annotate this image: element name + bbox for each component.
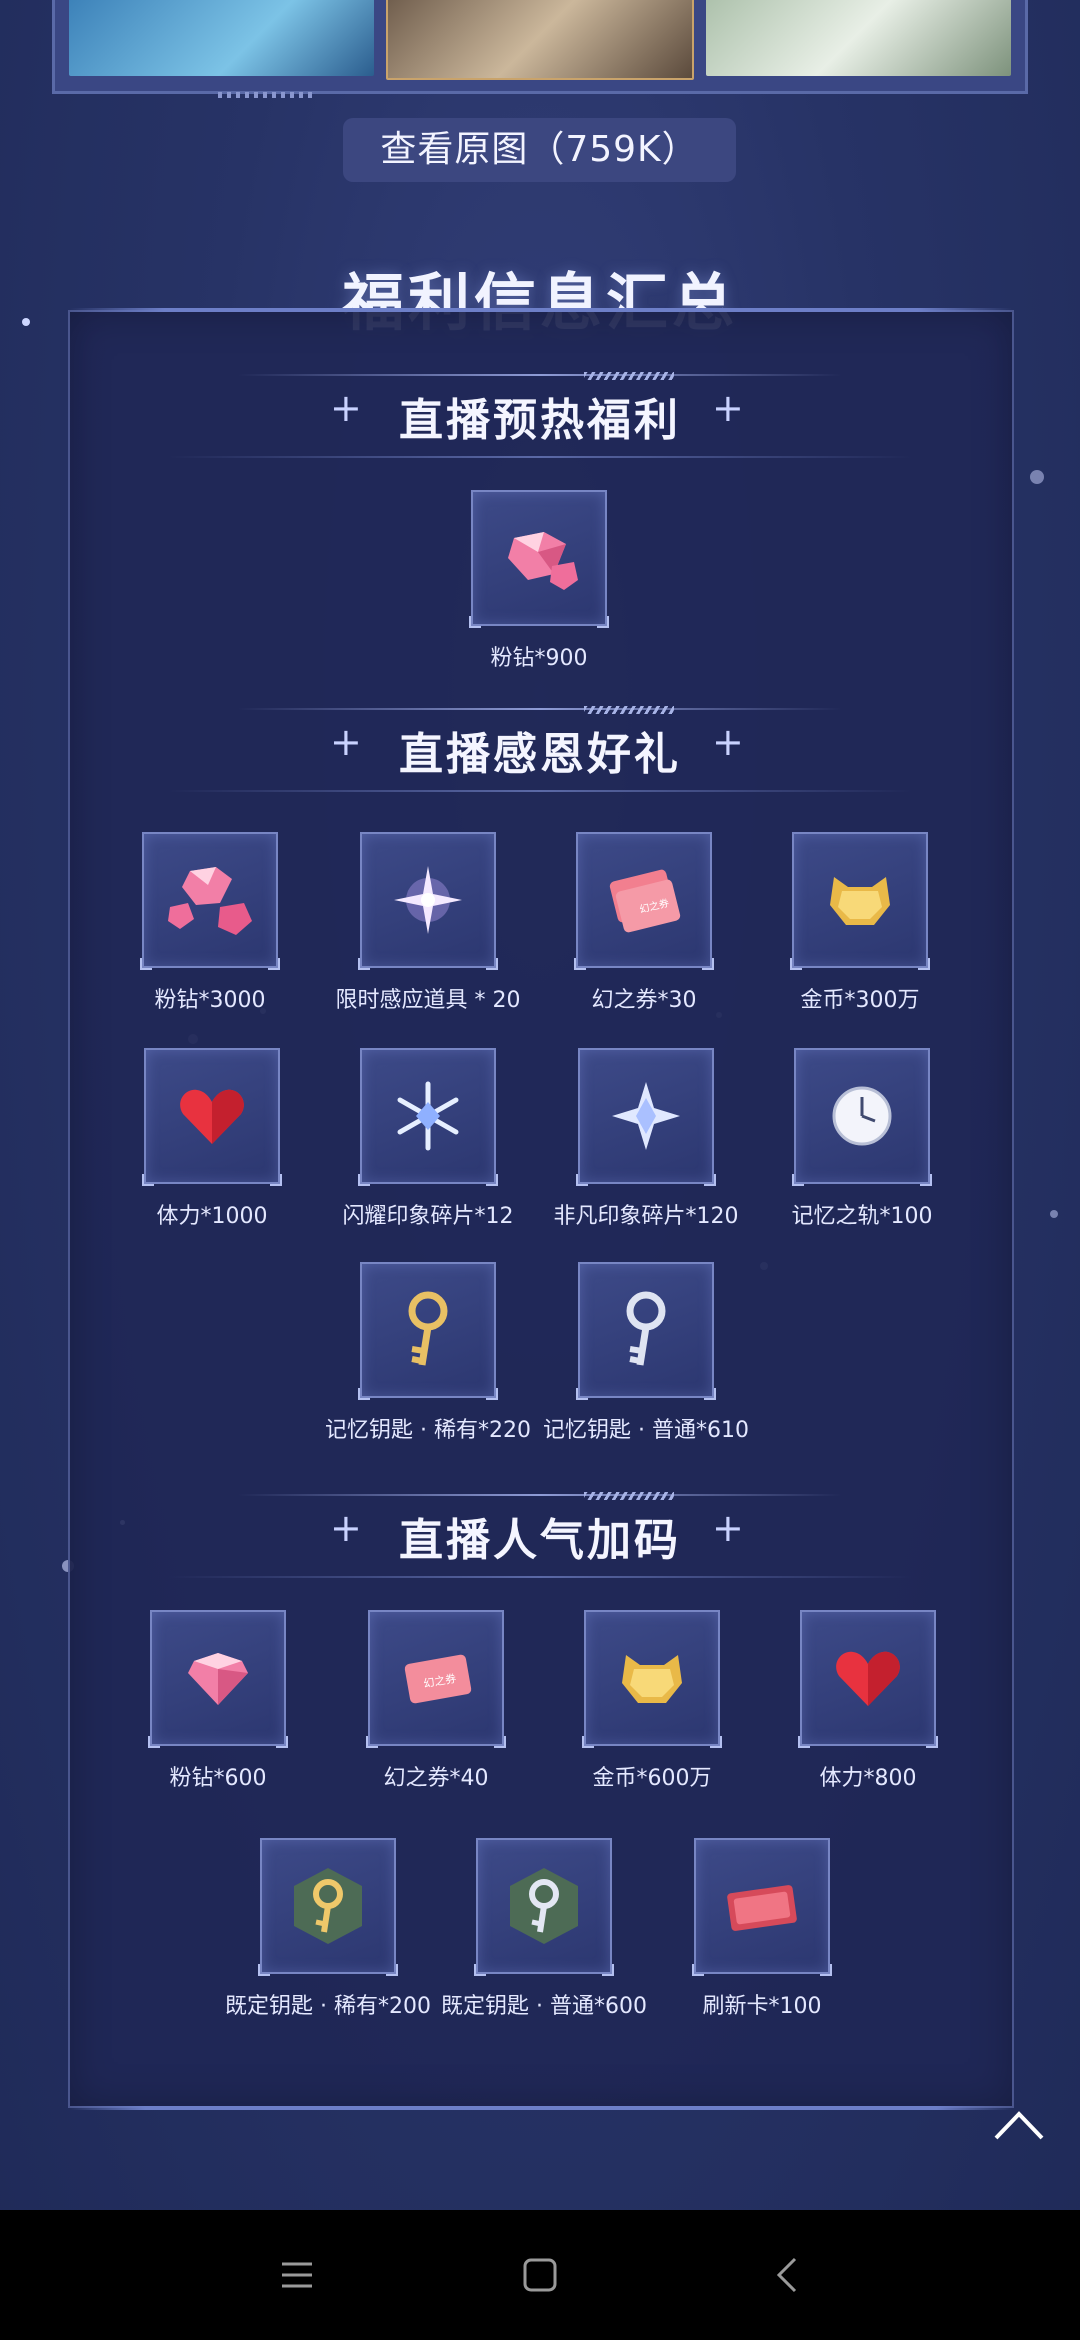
gold-coin-cat-icon xyxy=(586,1612,718,1744)
heart-icon xyxy=(802,1612,934,1744)
reward-label: 体力*800 xyxy=(819,1766,917,1791)
reward-label: 幻之券*30 xyxy=(591,988,697,1013)
plus-icon: + xyxy=(712,386,744,430)
reward-item[interactable]: 粉钻*3000 xyxy=(100,832,320,1014)
sparkle-star-icon xyxy=(362,834,494,966)
back-button[interactable] xyxy=(760,2248,814,2302)
reward-label: 记忆钥匙 · 稀有*220 xyxy=(325,1418,531,1443)
ticket-icon: 幻之券 xyxy=(370,1612,502,1744)
chevron-up-icon xyxy=(994,2111,1044,2140)
reward-label: 粉钻*600 xyxy=(169,1766,267,1791)
refresh-card-icon xyxy=(696,1840,828,1972)
snowflake-crystal-icon xyxy=(362,1050,494,1182)
menu-icon xyxy=(282,2262,312,2288)
home-square-icon xyxy=(523,2258,557,2292)
pink-diamond-icon xyxy=(473,492,605,624)
section-header-thanks: + 直播感恩好礼 + xyxy=(168,706,912,792)
thumbnail-image[interactable] xyxy=(69,0,374,76)
reward-label: 限时感应道具 * 20 xyxy=(335,988,521,1013)
reward-item[interactable]: 体力*1000 xyxy=(102,1048,322,1230)
reward-item[interactable]: 粉钻*600 xyxy=(108,1610,328,1792)
reward-item[interactable]: 非凡印象碎片*120 xyxy=(536,1048,756,1230)
reward-label: 金币*600万 xyxy=(592,1766,712,1791)
reward-item[interactable]: 闪耀印象碎片*12 xyxy=(318,1048,538,1230)
reward-label: 金币*300万 xyxy=(800,988,920,1013)
reward-item[interactable]: 体力*800 xyxy=(758,1610,978,1792)
reward-item[interactable]: 幻之券 幻之券*30 xyxy=(534,832,754,1014)
menu-button[interactable] xyxy=(270,2248,324,2302)
gold-key-hexagon-icon xyxy=(262,1840,394,1972)
star-crystal-icon xyxy=(580,1050,712,1182)
home-button[interactable] xyxy=(513,2248,567,2302)
reward-label: 粉钻*900 xyxy=(490,646,588,671)
reward-item[interactable]: 限时感应道具 * 20 xyxy=(318,832,538,1014)
reward-item[interactable]: 既定钥匙 · 稀有*200 xyxy=(218,1838,438,2020)
heart-icon xyxy=(146,1050,278,1182)
reward-label: 闪耀印象碎片*12 xyxy=(342,1204,514,1229)
gold-key-icon xyxy=(362,1264,494,1396)
thumbnail-image[interactable] xyxy=(706,0,1012,76)
reward-item[interactable]: 粉钻*900 xyxy=(429,490,649,672)
reward-item[interactable]: 幻之券 幻之券*40 xyxy=(326,1610,546,1792)
reward-label: 记忆钥匙 · 普通*610 xyxy=(543,1418,749,1443)
section-header-popularity: + 直播人气加码 + xyxy=(168,1492,912,1578)
reward-label: 幻之券*40 xyxy=(383,1766,489,1791)
clock-icon xyxy=(796,1050,928,1182)
ticket-icon: 幻之券 xyxy=(578,834,710,966)
reward-item[interactable]: 记忆之轨*100 xyxy=(752,1048,972,1230)
scroll-to-top-button[interactable] xyxy=(992,2108,1046,2142)
plus-icon: + xyxy=(712,1506,744,1550)
view-original-button[interactable]: 查看原图（759K） xyxy=(343,118,736,182)
reward-item[interactable]: 刷新卡*100 xyxy=(652,1838,872,2020)
section-title: 直播感恩好礼 xyxy=(399,729,681,780)
reward-item[interactable]: 金币*300万 xyxy=(750,832,970,1014)
pink-diamonds-icon xyxy=(144,834,276,966)
silver-key-icon xyxy=(580,1264,712,1396)
system-navigation-bar xyxy=(0,2210,1080,2340)
section-header-warmup: + 直播预热福利 + xyxy=(168,372,912,458)
silver-key-hexagon-icon xyxy=(478,1840,610,1972)
reward-label: 记忆之轨*100 xyxy=(791,1204,933,1229)
strip-decoration xyxy=(218,92,314,98)
reward-label: 粉钻*3000 xyxy=(154,988,266,1013)
gold-coin-cat-icon xyxy=(794,834,926,966)
reward-label: 刷新卡*100 xyxy=(702,1994,822,2019)
reward-item[interactable]: 金币*600万 xyxy=(542,1610,762,1792)
reward-label: 体力*1000 xyxy=(156,1204,268,1229)
reward-item[interactable]: 既定钥匙 · 普通*600 xyxy=(434,1838,654,2020)
back-arrow-icon xyxy=(776,2257,797,2293)
reward-label: 非凡印象碎片*120 xyxy=(553,1204,739,1229)
section-title: 直播人气加码 xyxy=(399,1515,681,1566)
section-title: 直播预热福利 xyxy=(399,395,681,446)
reward-label: 既定钥匙 · 稀有*200 xyxy=(225,1994,431,2019)
reward-item[interactable]: 记忆钥匙 · 稀有*220 xyxy=(318,1262,538,1444)
image-thumbnail-strip xyxy=(52,0,1028,94)
reward-item[interactable]: 记忆钥匙 · 普通*610 xyxy=(536,1262,756,1444)
pink-diamond-icon xyxy=(152,1612,284,1744)
thumbnail-image[interactable] xyxy=(385,0,695,80)
plus-icon: + xyxy=(712,720,744,764)
reward-label: 既定钥匙 · 普通*600 xyxy=(441,1994,647,2019)
